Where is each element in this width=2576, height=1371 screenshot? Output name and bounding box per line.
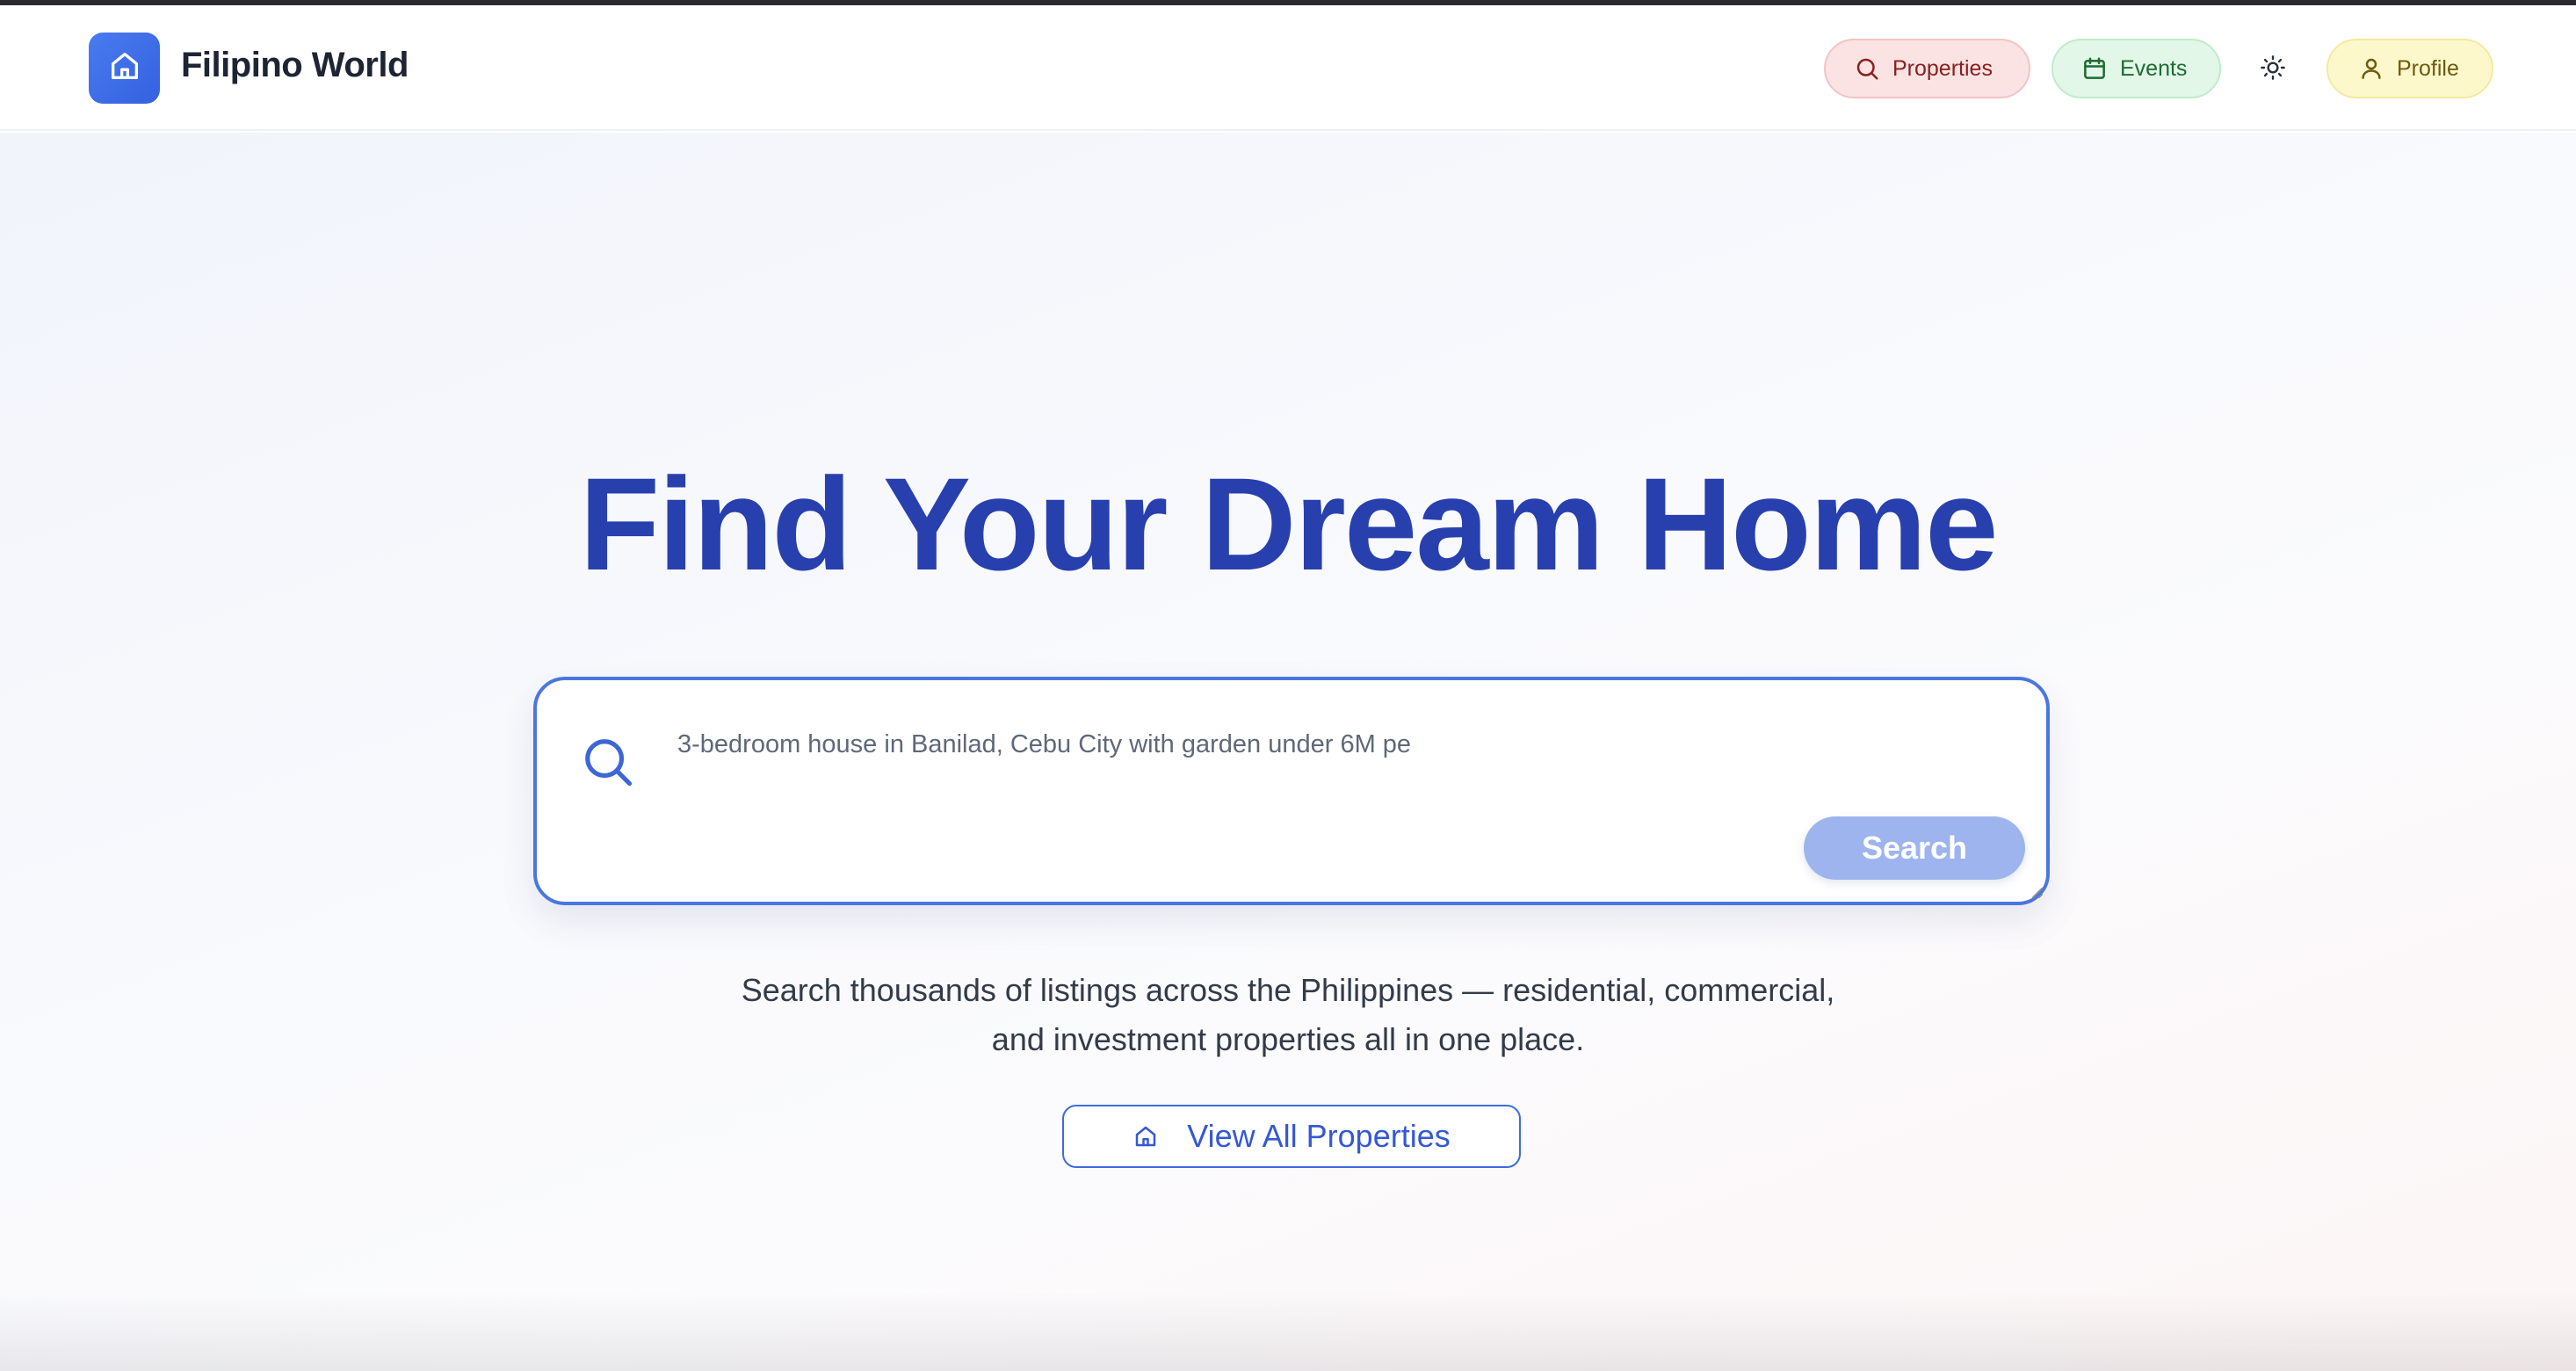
brand-name[interactable]: Filipino World xyxy=(181,46,409,85)
user-icon xyxy=(2358,55,2384,82)
search-icon xyxy=(581,735,635,794)
nav-profile-button[interactable]: Profile xyxy=(2326,39,2493,98)
view-all-properties-button[interactable]: View All Properties xyxy=(1062,1105,1521,1168)
search-box[interactable]: Search xyxy=(533,677,2050,905)
search-icon xyxy=(1854,55,1880,82)
home-icon xyxy=(107,48,142,88)
home-icon xyxy=(1132,1123,1159,1150)
hero-section: Find Your Dream Home Search Search thous… xyxy=(0,133,2576,1371)
nav-properties-button[interactable]: Properties xyxy=(1824,39,2030,98)
view-all-properties-label: View All Properties xyxy=(1187,1118,1451,1154)
hero-subtitle-line-1: Search thousands of listings across the … xyxy=(741,972,1835,1008)
hero-title: Find Your Dream Home xyxy=(579,450,1998,598)
nav-events-label: Events xyxy=(2120,55,2188,81)
nav-events-button[interactable]: Events xyxy=(2051,39,2221,98)
resize-handle[interactable] xyxy=(2032,888,2043,898)
hero-subtitle-line-2: and investment properties all in one pla… xyxy=(991,1021,1585,1057)
hero-subtitle: Search thousands of listings across the … xyxy=(0,966,2576,1064)
section-divider-shadow xyxy=(0,1292,2576,1371)
calendar-icon xyxy=(2081,55,2108,82)
navbar: Filipino World Properties Events Profile xyxy=(0,5,2576,131)
nav-profile-label: Profile xyxy=(2397,55,2459,81)
theme-toggle-button[interactable] xyxy=(2256,53,2290,86)
logo[interactable] xyxy=(89,33,160,104)
search-input[interactable] xyxy=(677,722,1995,766)
sun-icon xyxy=(2259,54,2287,86)
nav-properties-label: Properties xyxy=(1892,55,1993,81)
search-button[interactable]: Search xyxy=(1804,816,2025,880)
